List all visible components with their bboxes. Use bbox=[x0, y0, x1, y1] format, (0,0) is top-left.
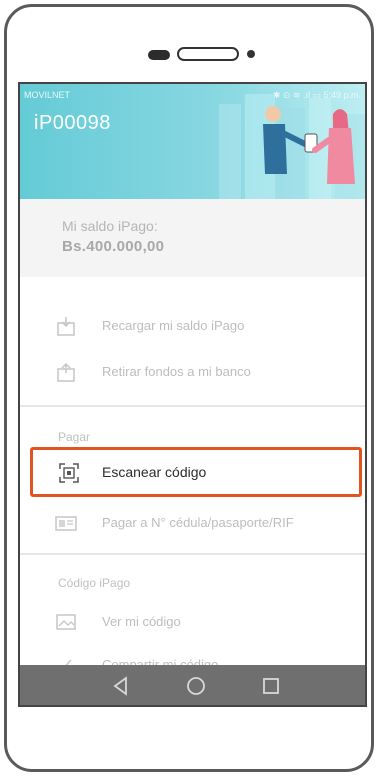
app-screen: MOVILNET ✱ ⊙ ≋ .ıl ▭ 5:49 p.m. iP00098 M… bbox=[18, 82, 367, 707]
menu-item-view-code[interactable]: Ver mi código bbox=[20, 605, 365, 639]
menu-item-recharge[interactable]: Recargar mi saldo iPago bbox=[20, 309, 365, 343]
menu-item-label: Pagar a N° cédula/pasaporte/RIF bbox=[102, 515, 294, 530]
menu-item-label: Recargar mi saldo iPago bbox=[102, 318, 245, 333]
section-divider bbox=[20, 553, 365, 555]
scan-code-label: Escanear código bbox=[102, 464, 207, 480]
carrier-name: MOVILNET bbox=[24, 90, 71, 100]
home-icon[interactable] bbox=[183, 673, 209, 699]
section-divider bbox=[20, 405, 365, 407]
android-nav-bar bbox=[20, 665, 365, 705]
menu-item-pay-by-id[interactable]: Pagar a N° cédula/pasaporte/RIF bbox=[20, 506, 365, 540]
menu-item-label: Retirar fondos a mi banco bbox=[102, 364, 251, 379]
recent-apps-icon[interactable] bbox=[258, 673, 284, 699]
app-header: MOVILNET ✱ ⊙ ≋ .ıl ▭ 5:49 p.m. iP00098 bbox=[20, 84, 365, 199]
wallet-in-icon bbox=[57, 317, 75, 336]
account-id: iP00098 bbox=[34, 112, 111, 134]
speaker-grille bbox=[177, 47, 239, 61]
menu-item-label: Ver mi código bbox=[102, 614, 181, 629]
balance-panel: Mi saldo iPago: Bs.400.000,00 bbox=[20, 199, 365, 277]
back-icon[interactable] bbox=[108, 673, 134, 699]
qr-scan-icon bbox=[59, 463, 79, 483]
id-card-icon bbox=[55, 516, 77, 531]
image-icon bbox=[56, 614, 76, 630]
menu-item-scan-code[interactable]: Escanear código bbox=[30, 447, 362, 497]
balance-amount: Bs.400.000,00 bbox=[62, 238, 165, 255]
sensor-dot bbox=[247, 50, 255, 58]
section-title-pay: Pagar bbox=[58, 430, 91, 444]
wallet-out-icon bbox=[57, 362, 75, 382]
menu-item-withdraw[interactable]: Retirar fondos a mi banco bbox=[20, 355, 365, 389]
header-illustration bbox=[219, 94, 365, 199]
section-title-code: Código iPago bbox=[58, 576, 131, 590]
balance-label: Mi saldo iPago: bbox=[62, 218, 158, 234]
camera-dot bbox=[148, 50, 170, 60]
